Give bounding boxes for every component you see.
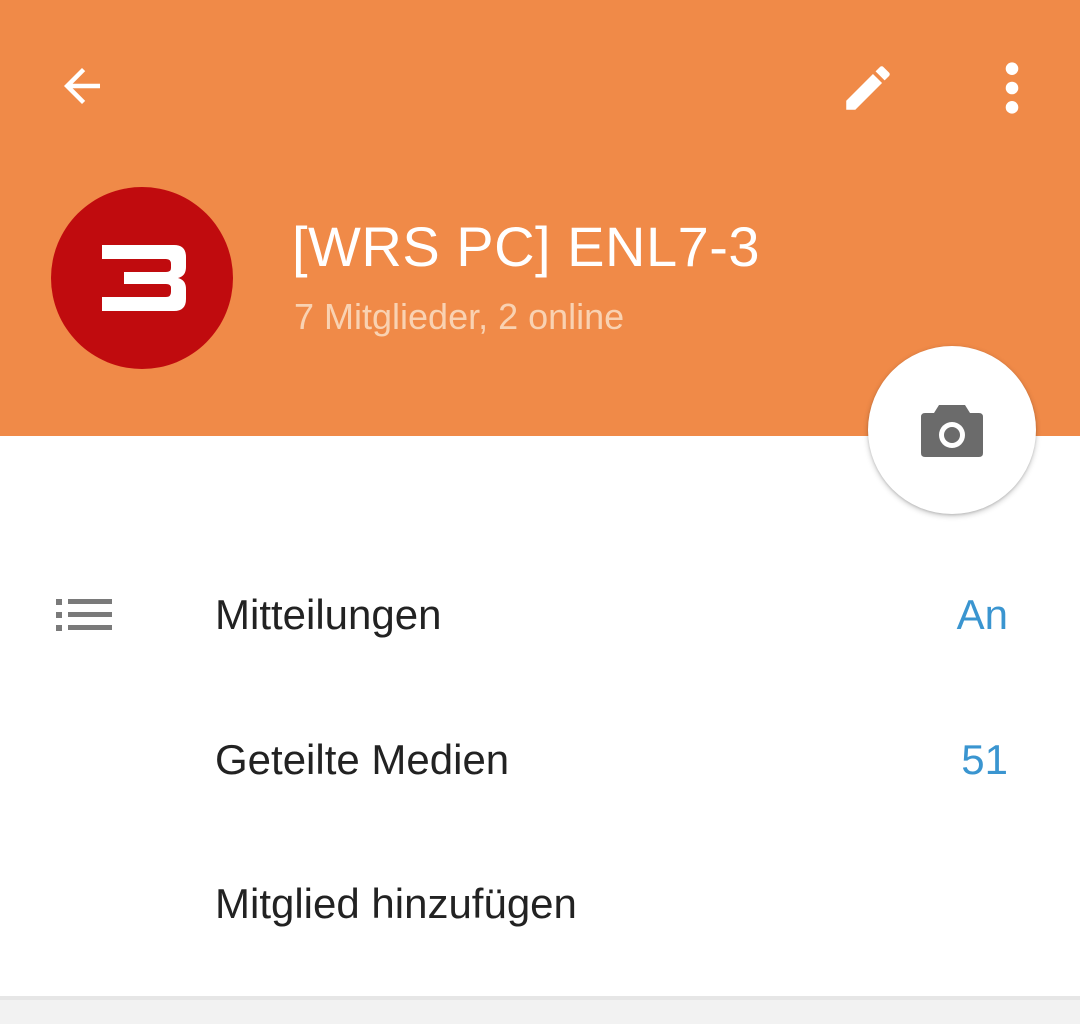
add-member-row[interactable]: Mitglied hinzufügen bbox=[0, 834, 1080, 974]
add-member-label: Mitglied hinzufügen bbox=[215, 880, 577, 927]
shared-media-count: 51 bbox=[961, 736, 1008, 783]
list-icon bbox=[56, 599, 112, 631]
shared-media-row[interactable]: Geteilte Medien 51 bbox=[0, 690, 1080, 830]
edit-button[interactable] bbox=[830, 50, 906, 126]
pencil-icon bbox=[846, 66, 890, 110]
avatar-number-3 bbox=[102, 245, 186, 311]
back-button[interactable] bbox=[46, 50, 118, 122]
more-options-button[interactable] bbox=[980, 50, 1044, 126]
group-title: [WRS PC] ENL7-3 bbox=[292, 215, 761, 278]
member-status: 7 Mitglieder, 2 online bbox=[294, 296, 625, 337]
arrow-left-icon bbox=[64, 68, 100, 104]
more-vertical-icon bbox=[1005, 62, 1019, 114]
section-background bbox=[0, 1000, 1080, 1024]
notifications-label: Mitteilungen bbox=[215, 591, 442, 638]
camera-button[interactable] bbox=[868, 346, 1036, 514]
notifications-row[interactable]: Mitteilungen An bbox=[0, 545, 1080, 685]
group-avatar[interactable]: 3 bbox=[51, 187, 233, 369]
camera-icon bbox=[921, 405, 983, 457]
shared-media-label: Geteilte Medien bbox=[215, 736, 510, 783]
notifications-value: An bbox=[956, 591, 1008, 638]
